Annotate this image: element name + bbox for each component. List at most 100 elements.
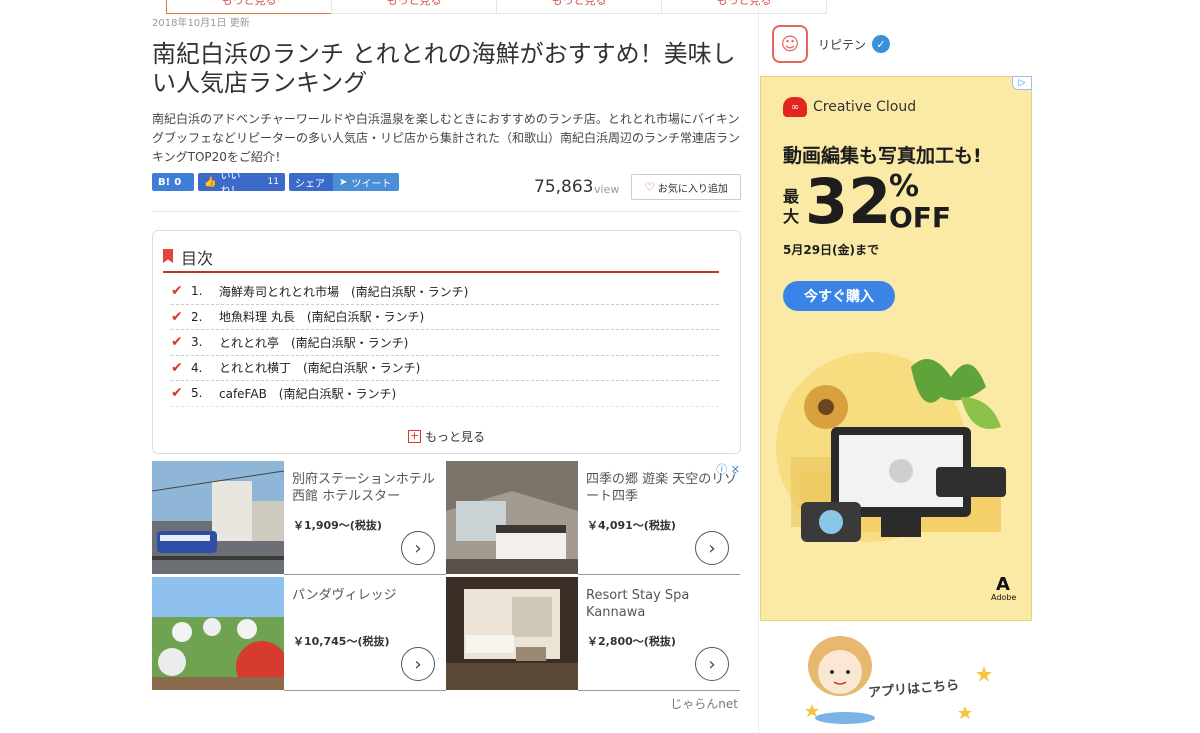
view-count: 75,863 bbox=[534, 177, 594, 197]
chevron-right-icon[interactable]: › bbox=[695, 531, 729, 565]
toc-item[interactable]: ✔ 2. 地魚料理 丸長 (南紀白浜駅・ランチ) bbox=[171, 305, 719, 330]
toc-item[interactable]: ✔ 3. とれとれ亭 (南紀白浜駅・ランチ) bbox=[171, 330, 719, 356]
ad-deadline: 5月29日(金)まで bbox=[783, 243, 880, 257]
cc-brand-name: Creative Cloud bbox=[813, 99, 917, 115]
hotel-info: 四季の郷 遊楽 天空のリゾート四季 ￥4,091～(税抜) › bbox=[578, 461, 740, 575]
adobe-a-icon: A bbox=[996, 574, 1010, 595]
page-description: 南紀白浜のアドベンチャーワールドや白浜温泉を楽しむときにおすすめのランチ店。とれ… bbox=[152, 112, 741, 164]
tweet-label: ツイート bbox=[351, 178, 392, 190]
ad-illustration bbox=[776, 352, 1006, 542]
update-date: 2018年10月1日 更新 bbox=[152, 18, 250, 29]
hotel-photo bbox=[152, 461, 284, 574]
hotel-name[interactable]: パンダヴィレッジ bbox=[292, 587, 446, 604]
hatena-icon: B! bbox=[158, 176, 171, 188]
hotel-card[interactable]: Resort Stay Spa Kannawa ￥2,800～(税抜) › bbox=[446, 577, 740, 691]
hotel-name[interactable]: 四季の郷 遊楽 天空のリゾート四季 bbox=[586, 471, 740, 505]
toc-list: ✔ 1. 海鮮寿司とれとれ市場 (南紀白浜駅・ランチ) ✔ 2. 地魚料理 丸長… bbox=[171, 279, 719, 407]
toc-item-label: とれとれ横丁 (南紀白浜駅・ランチ) bbox=[219, 361, 421, 376]
ad-max-label: 最大 bbox=[783, 187, 800, 226]
check-icon: ✔ bbox=[171, 359, 183, 376]
plus-icon: + bbox=[407, 429, 421, 443]
hotel-price: ￥2,800～(税抜) bbox=[587, 635, 676, 648]
toc-item-label: 海鮮寿司とれとれ市場 (南紀白浜駅・ランチ) bbox=[219, 284, 469, 299]
facebook-like-button[interactable]: 👍 いいね！ 11 bbox=[198, 171, 285, 197]
ad-off-label: OFF bbox=[889, 201, 952, 234]
cc-brand: ∞ Creative Cloud bbox=[783, 97, 916, 117]
ripiten-logo-icon[interactable]: ☺ bbox=[772, 25, 808, 63]
toc-fade-overlay bbox=[153, 401, 740, 423]
hotel-name[interactable]: 別府ステーションホテル 西館 ホテルスター bbox=[292, 471, 446, 505]
toc-item[interactable]: ✔ 4. とれとれ横丁 (南紀白浜駅・ランチ) bbox=[171, 356, 719, 381]
toc-item-number: 5. bbox=[191, 386, 203, 401]
top-tabs: もっと見る もっと見る もっと見る もっと見る bbox=[166, 0, 1018, 14]
toc-item-label: 地魚料理 丸長 (南紀白浜駅・ランチ) bbox=[219, 310, 425, 325]
adobe-label: Adobe bbox=[991, 593, 1017, 602]
add-favorite-label: お気に入り追加 bbox=[657, 183, 728, 195]
hotel-price: ￥10,745～(税抜) bbox=[293, 635, 390, 648]
table-of-contents: 目次 ✔ 1. 海鮮寿司とれとれ市場 (南紀白浜駅・ランチ) ✔ 2. 地魚料理… bbox=[152, 230, 741, 454]
hotel-photo bbox=[152, 577, 284, 690]
like-count: 11 bbox=[267, 177, 279, 187]
hotel-card[interactable]: 別府ステーションホテル 西館 ホテルスター ￥1,909～(税抜) › bbox=[152, 461, 446, 575]
share-row: B! 0 👍 いいね！ 11 シェア ➤ ツイート bbox=[152, 171, 399, 197]
divider bbox=[152, 211, 741, 212]
bookmark-flag-icon bbox=[163, 249, 173, 263]
chevron-right-icon[interactable]: › bbox=[695, 647, 729, 681]
hatena-count: 0 bbox=[174, 176, 182, 188]
top-tab[interactable]: もっと見る bbox=[661, 0, 827, 14]
toc-item-number: 2. bbox=[191, 309, 203, 324]
hotel-info: 別府ステーションホテル 西館 ホテルスター ￥1,909～(税抜) › bbox=[284, 461, 446, 575]
hotel-info: パンダヴィレッジ ￥10,745～(税抜) › bbox=[284, 577, 446, 691]
buy-now-button[interactable]: 今すぐ購入 bbox=[783, 281, 895, 311]
ad-discount-value: 32 bbox=[805, 165, 892, 238]
hatena-bookmark-button[interactable]: B! 0 bbox=[152, 173, 194, 191]
toc-item-label: cafeFAB (南紀白浜駅・ランチ) bbox=[219, 386, 397, 401]
jalan-net-credit[interactable]: じゃらんnet bbox=[670, 695, 738, 712]
check-icon: ✔ bbox=[171, 308, 183, 325]
toc-header: 目次 bbox=[163, 245, 719, 273]
toc-item[interactable]: ✔ 1. 海鮮寿司とれとれ市場 (南紀白浜駅・ランチ) bbox=[171, 279, 719, 305]
add-favorite-button[interactable]: ♡ お気に入り追加 bbox=[631, 174, 741, 200]
hotel-photo bbox=[446, 461, 578, 574]
hotel-price: ￥1,909～(税抜) bbox=[293, 519, 382, 532]
app-banner-illustration bbox=[805, 636, 992, 724]
toc-item-number: 3. bbox=[191, 335, 203, 350]
chevron-right-icon[interactable]: › bbox=[401, 647, 435, 681]
ad-percent-sign: % bbox=[889, 169, 920, 204]
toc-item-number: 4. bbox=[191, 360, 203, 375]
tweet-button[interactable]: ➤ ツイート bbox=[333, 173, 399, 191]
view-label: view bbox=[594, 183, 620, 196]
facebook-share-button[interactable]: シェア bbox=[289, 173, 333, 191]
hotel-price: ￥4,091～(税抜) bbox=[587, 519, 676, 532]
hotel-card[interactable]: 四季の郷 遊楽 天空のリゾート四季 ￥4,091～(税抜) › bbox=[446, 461, 740, 575]
toc-more-label: もっと見る bbox=[424, 430, 485, 444]
chevron-right-icon[interactable]: › bbox=[401, 531, 435, 565]
top-tab[interactable]: もっと見る bbox=[496, 0, 662, 14]
check-icon: ✔ bbox=[171, 385, 183, 402]
toc-item-label: とれとれ亭 (南紀白浜駅・ランチ) bbox=[219, 335, 409, 350]
thumbs-up-icon: 👍 bbox=[204, 176, 217, 188]
creative-cloud-ad[interactable]: ∞ Creative Cloud 動画編集も写真加工も! 最大 32 % OFF… bbox=[760, 76, 1032, 621]
sidebar-divider bbox=[758, 0, 759, 733]
app-banner[interactable]: アプリはこちら bbox=[790, 626, 1000, 730]
twitter-bird-icon: ➤ bbox=[339, 176, 348, 188]
top-tab[interactable]: もっと見る bbox=[331, 0, 497, 14]
verified-badge-icon: ✓ bbox=[872, 35, 890, 53]
hotel-info: Resort Stay Spa Kannawa ￥2,800～(税抜) › bbox=[578, 577, 740, 691]
hotel-photo bbox=[446, 577, 578, 690]
ad-headline: 動画編集も写真加工も! bbox=[783, 145, 982, 167]
like-label: いいね！ bbox=[220, 171, 241, 197]
adobe-logo: A Adobe bbox=[991, 574, 1017, 603]
check-icon: ✔ bbox=[171, 334, 183, 351]
check-icon: ✔ bbox=[171, 283, 183, 300]
creative-cloud-logo-icon: ∞ bbox=[783, 97, 807, 117]
hotel-name[interactable]: Resort Stay Spa Kannawa bbox=[586, 587, 740, 621]
ripiten-brand-name[interactable]: リピテン bbox=[818, 36, 866, 53]
page-title: 南紀白浜のランチ とれとれの海鮮がおすすめ！美味しい人気店ランキング bbox=[152, 40, 736, 97]
adchoices-icon[interactable]: ▷ bbox=[1012, 76, 1032, 90]
toc-more-button[interactable]: + もっと見る bbox=[153, 428, 740, 445]
top-tab[interactable]: もっと見る bbox=[166, 0, 332, 14]
toc-title: 目次 bbox=[181, 249, 214, 268]
heart-icon: ♡ bbox=[644, 180, 655, 194]
hotel-card[interactable]: パンダヴィレッジ ￥10,745～(税抜) › bbox=[152, 577, 446, 691]
